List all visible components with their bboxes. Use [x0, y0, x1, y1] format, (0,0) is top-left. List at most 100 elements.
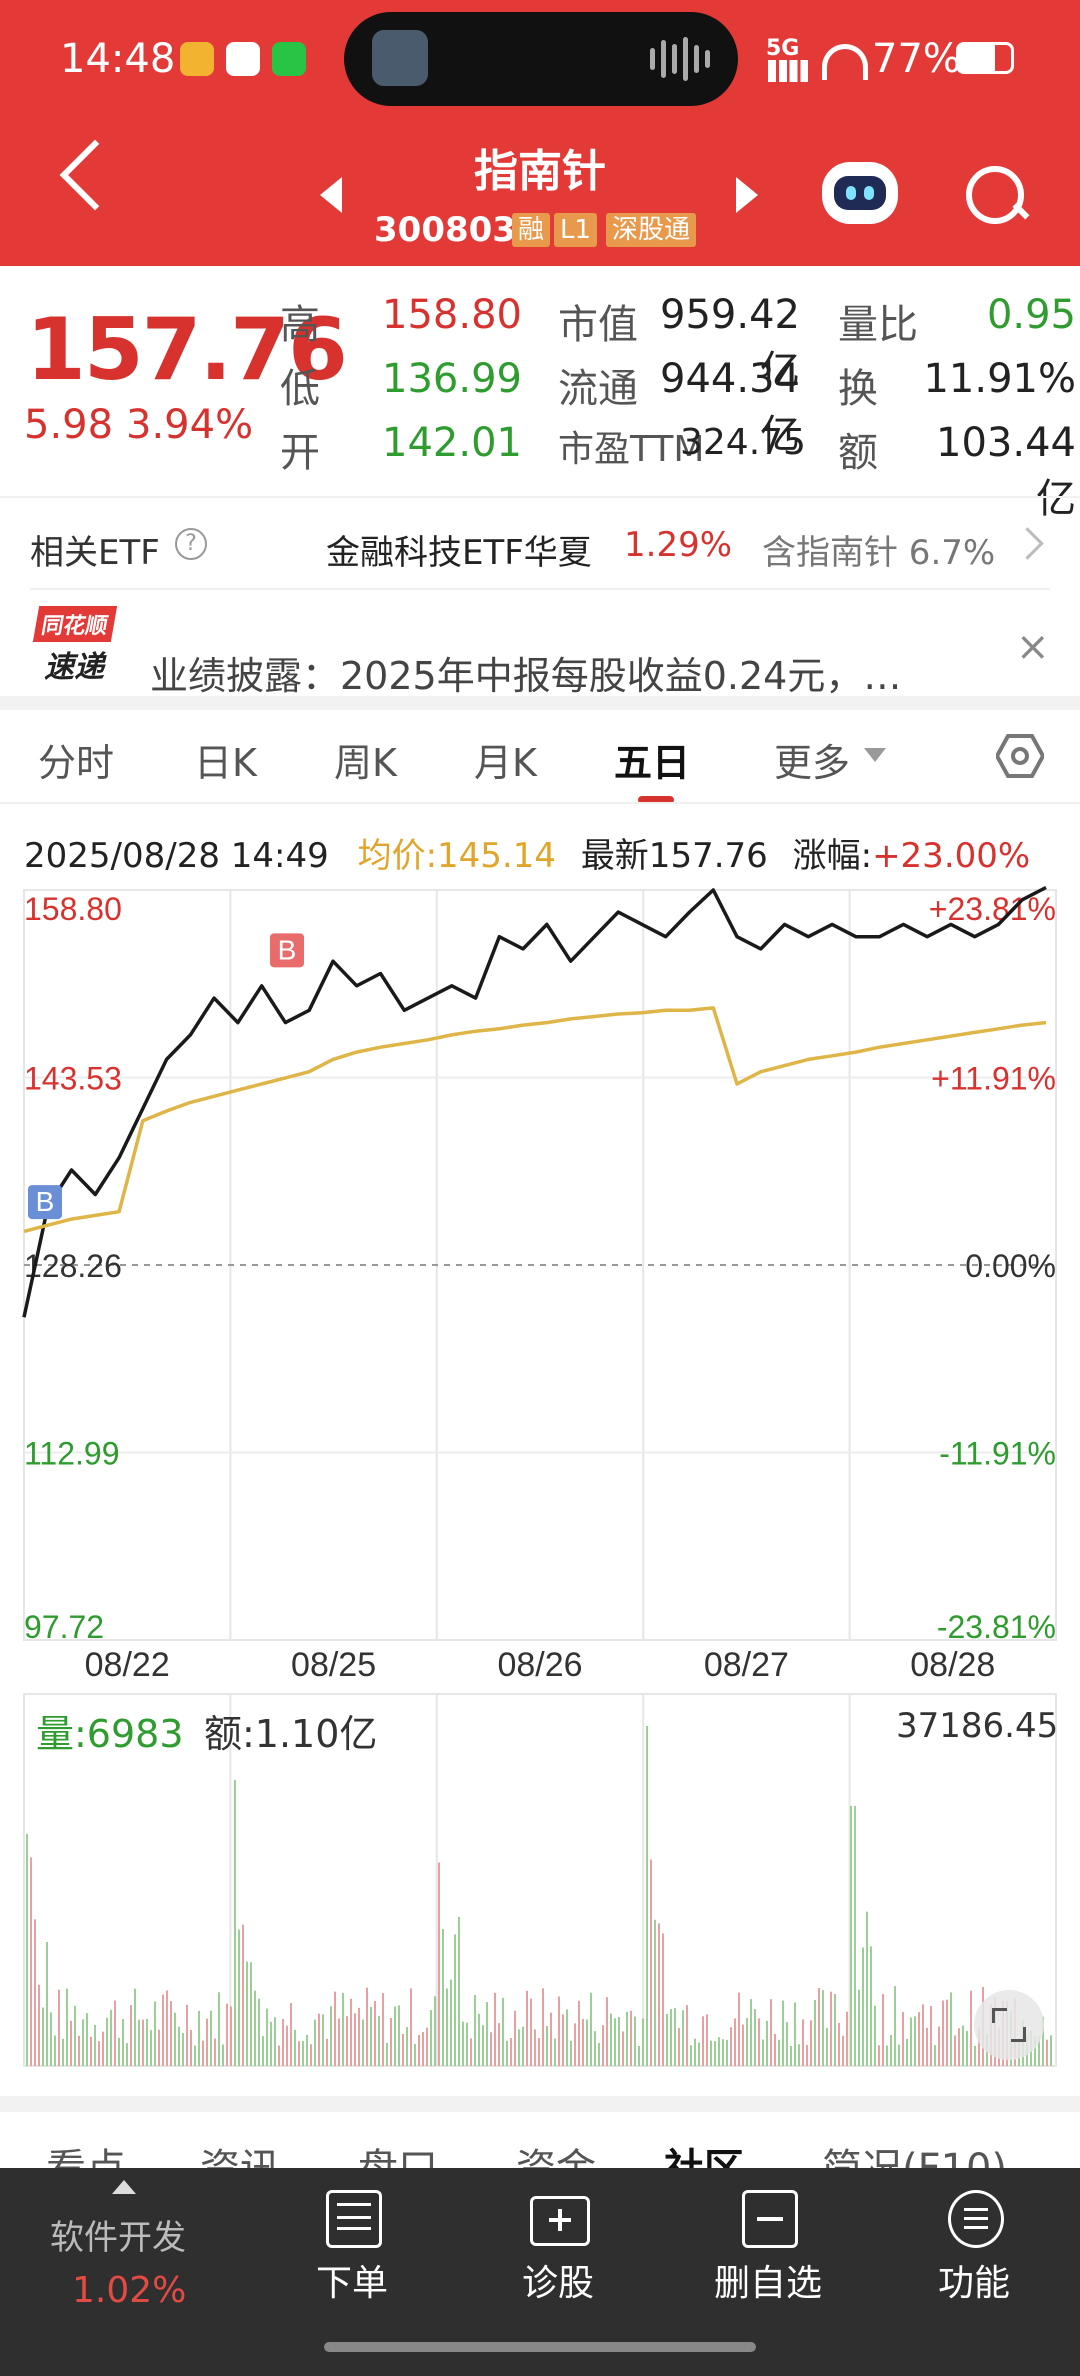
volume-bar — [522, 2026, 524, 2066]
search-icon[interactable] — [966, 166, 1024, 224]
volume-bar — [970, 1990, 972, 2066]
volume-bar — [690, 2045, 692, 2066]
function-button[interactable]: 功能 — [904, 2254, 1044, 2306]
notification-app-icon — [226, 42, 260, 76]
tab-more[interactable]: 更多 — [774, 732, 850, 787]
volume-bar — [850, 1806, 852, 2066]
tab-intraday[interactable]: 分时 — [38, 732, 114, 787]
tab-weekly-k[interactable]: 周K — [334, 732, 397, 787]
volume-bar — [666, 2013, 668, 2066]
level-tag: L1 — [554, 213, 598, 247]
volume-bar — [558, 1996, 560, 2066]
volume-bar — [34, 1919, 36, 2066]
volume-bar — [578, 2000, 580, 2066]
volume-bar — [202, 2040, 204, 2066]
y-tick-label: 143.53 — [24, 1061, 122, 1097]
volume-bar — [782, 2000, 784, 2066]
volume-bar — [242, 1924, 244, 2066]
volume-bar — [342, 1992, 344, 2066]
volume-bar — [610, 2013, 612, 2066]
next-stock-arrow[interactable] — [736, 177, 758, 213]
volume-bar — [734, 2018, 736, 2066]
sector-name[interactable]: 软件开发 — [50, 2210, 186, 2259]
volume-bar — [58, 1989, 60, 2066]
diagnose-icon[interactable] — [530, 2196, 590, 2246]
volume-bar — [66, 1988, 68, 2066]
volume-bar — [570, 2040, 572, 2066]
menu-icon[interactable] — [948, 2190, 1004, 2248]
order-icon[interactable] — [326, 2190, 382, 2248]
tab-monthly-k[interactable]: 月K — [474, 732, 537, 787]
y2-tick-label: +23.81% — [929, 891, 1056, 927]
volume-bar — [646, 1726, 648, 2066]
volume-max: 37186.45 — [896, 1706, 1059, 1746]
volume-bar — [686, 2005, 688, 2066]
volume-bar — [954, 2035, 956, 2066]
remove-watchlist-button[interactable]: 删自选 — [698, 2254, 838, 2306]
volume-bar — [262, 2036, 264, 2066]
volume-bar — [718, 2037, 720, 2066]
volume-bar — [142, 2019, 144, 2066]
volume-bar — [658, 1923, 660, 2066]
volume-bar — [434, 1996, 436, 2066]
volume-bar — [442, 1928, 444, 2066]
quote-label: 市值 — [558, 302, 638, 348]
turnover-value: 11.91% — [923, 356, 1076, 402]
volume-bar — [842, 2035, 844, 2066]
tab-five-day[interactable]: 五日 — [614, 732, 690, 787]
settings-icon[interactable] — [996, 734, 1044, 778]
volume-bar — [94, 2024, 96, 2066]
y2-tick-label: -23.81% — [937, 1609, 1056, 1645]
notification-app-icon — [180, 42, 214, 76]
volume-bar — [674, 2008, 676, 2066]
robot-eye — [864, 186, 874, 200]
previous-stock-arrow[interactable] — [320, 177, 342, 213]
divider — [30, 588, 1050, 590]
volume-bar — [102, 2031, 104, 2066]
volume-bar — [594, 2031, 596, 2066]
series-line — [23, 1006, 1047, 1234]
volume-bar — [642, 2018, 644, 2066]
audio-wave-icon — [650, 36, 710, 82]
chevron-right-icon[interactable] — [1011, 527, 1044, 560]
remove-watchlist-icon[interactable] — [742, 2190, 798, 2248]
volume-bar — [222, 2044, 224, 2066]
volume-bar — [190, 2029, 192, 2066]
y-tick-label: 158.80 — [24, 891, 122, 927]
volume-bar — [894, 1986, 896, 2066]
volume-bar — [482, 2025, 484, 2066]
y2-tick-label: 0.00% — [965, 1248, 1056, 1284]
volume-bar — [230, 2006, 232, 2066]
y-tick-label: 112.99 — [24, 1436, 120, 1472]
close-icon[interactable]: × — [1016, 624, 1050, 670]
y2-tick-label: +11.91% — [931, 1061, 1056, 1097]
buy-marker-label: B — [36, 1186, 55, 1217]
news-ticker[interactable]: 业绩披露：2025年中报每股收益0.24元，… — [150, 645, 950, 700]
x-tick-label: 08/27 — [704, 1646, 789, 1684]
volume-bar — [38, 1984, 40, 2066]
volume-bar — [186, 2004, 188, 2066]
volume-bar — [814, 2000, 816, 2066]
wechat-icon — [272, 42, 306, 76]
help-icon[interactable]: ? — [175, 528, 207, 560]
quote-label: 换 — [838, 366, 878, 412]
five-day-chart[interactable]: 158.80 +23.81%143.53 +11.91%128.26 0.00%112… — [0, 860, 1080, 2070]
volume-bar — [598, 2042, 600, 2066]
expand-icon[interactable] — [974, 1990, 1044, 2060]
volume-bar — [234, 1779, 236, 2066]
signal-icon — [768, 60, 808, 82]
volume-bar — [338, 2018, 340, 2066]
robot-face — [834, 176, 886, 210]
volume-bar — [462, 2021, 464, 2066]
volume-bar — [210, 2010, 212, 2066]
volume-bar — [478, 2013, 480, 2066]
etf-name[interactable]: 金融科技ETF华夏 — [326, 525, 592, 574]
tab-daily-k[interactable]: 日K — [194, 732, 257, 787]
x-tick-label: 08/25 — [291, 1646, 376, 1684]
diagnose-button[interactable]: 诊股 — [488, 2254, 628, 2306]
volume-bar — [778, 2039, 780, 2066]
caret-up-icon[interactable] — [112, 2180, 136, 2194]
order-button[interactable]: 下单 — [282, 2254, 422, 2306]
volume-bar — [370, 2006, 372, 2066]
volume-bar — [582, 2019, 584, 2066]
